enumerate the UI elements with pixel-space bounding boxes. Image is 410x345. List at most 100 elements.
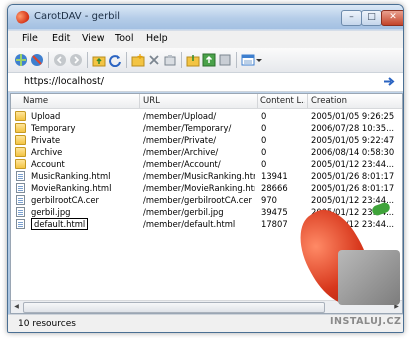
toolbar [8,48,403,73]
toolbar-separator [181,52,182,68]
new-folder-icon[interactable] [131,53,145,67]
creation-cell: 2005/01/26 8:01:17 [311,170,399,182]
table-row[interactable]: gerbilrootCA.cer/member/gerbilrootCA.cer… [11,194,402,206]
folder-icon [15,135,26,145]
menu-file[interactable]: File [18,33,42,44]
scroll-left-button[interactable]: ◀ [11,302,22,312]
minimize-button[interactable]: – [341,10,362,26]
name-cell: Account [31,158,137,170]
menu-view[interactable]: View [78,33,109,44]
delete-icon[interactable] [147,53,161,67]
view-icon[interactable] [241,53,255,67]
folder-icon [15,111,26,121]
name-cell-text: Account [31,159,65,169]
download-icon[interactable] [186,53,200,67]
properties-icon[interactable] [163,53,177,67]
url-cell-text: /member/Private/ [143,135,217,145]
refresh-icon[interactable] [108,53,122,67]
creation-cell-text: 2005/01/26 8:01:17 [311,171,395,181]
file-icon [16,183,25,193]
menu-help[interactable]: Help [142,33,172,44]
disconnect-icon[interactable] [30,53,44,67]
creation-cell: 2005/01/26 8:01:17 [311,182,399,194]
length-cell-text: 0 [261,159,267,169]
file-icon [16,219,25,229]
length-cell-text: 0 [261,111,267,121]
table-row[interactable]: Temporary/member/Temporary/0 2006/07/28 1… [11,122,402,134]
url-cell: /member/MusicRanking.html [143,170,255,182]
url-cell: /member/Archive/ [143,146,255,158]
chevron-down-icon[interactable] [255,53,263,67]
maximize-button[interactable]: □ [361,10,382,26]
table-row[interactable]: Account/member/Account/0 2005/01/12 23:44… [11,158,402,170]
table-row[interactable]: MusicRanking.html/member/MusicRanking.ht… [11,170,402,182]
name-cell-text: Private [31,135,61,145]
table-row[interactable]: Private/member/Private/0 2005/01/05 9:22:… [11,134,402,146]
name-cell-text[interactable]: default.html [31,218,89,230]
column-divider[interactable] [257,94,258,108]
creation-cell-text: 2005/01/05 9:22:47 [311,135,395,145]
menu-tool[interactable]: Tool [111,33,137,44]
carrot-icon [14,8,31,26]
menu-edit[interactable]: Edit [48,33,74,44]
length-cell: 17807 [261,218,305,230]
sync-icon[interactable] [218,53,232,67]
go-arrow-icon[interactable] [383,76,395,87]
column-divider[interactable] [307,94,308,108]
column-header-content-length[interactable]: Content L... [260,96,305,106]
column-header-creation[interactable]: Creation [311,96,399,106]
close-button[interactable]: ✕ [381,10,403,26]
length-cell: 0 [261,110,305,122]
name-cell-text: Upload [31,111,61,121]
creation-cell-text: 2005/01/12 23:44... [311,159,395,169]
file-icon [16,207,25,217]
name-cell: Archive [31,146,137,158]
toolbar-separator [48,52,49,68]
url-cell: /member/Temporary/ [143,122,255,134]
creation-cell: 2006/07/28 10:35... [311,122,399,134]
address-input[interactable]: https://localhost/ [24,76,104,87]
column-divider[interactable] [139,94,140,108]
url-cell: /member/default.html [143,218,255,230]
scroll-thumb[interactable] [23,302,325,313]
url-cell: /member/Private/ [143,134,255,146]
url-cell-text: /member/gerbil.jpg [143,207,224,217]
watermark-logo [338,250,400,305]
creation-cell-text: 2006/08/14 0:58:30 [311,147,395,157]
creation-cell-text: 2005/01/26 8:01:17 [311,183,395,193]
address-bar[interactable]: https://localhost/ [8,73,403,92]
menu-bar: File Edit View Tool Help [8,30,403,48]
name-cell-text: Archive [31,147,63,157]
url-cell-text: /member/gerbilrootCA.cer [143,195,252,205]
table-row[interactable]: Archive/member/Archive/0 2006/08/14 0:58:… [11,146,402,158]
status-text: 10 resources [18,319,76,329]
name-cell: MovieRanking.html [31,182,137,194]
table-row[interactable]: MovieRanking.html/member/MovieRanking.ht… [11,182,402,194]
window-title: CarotDAV - gerbil [34,11,121,22]
length-cell-text: 17807 [261,219,288,229]
creation-cell: 2006/08/14 0:58:30 [311,146,399,158]
length-cell-text: 0 [261,123,267,133]
up-folder-icon[interactable] [92,53,106,67]
url-cell-text: /member/default.html [143,219,236,229]
watermark-text: INSTALUJ.CZ [330,316,402,327]
url-cell-text: /member/Temporary/ [143,123,232,133]
column-header-name[interactable]: Name [23,96,133,106]
url-cell-text: /member/Archive/ [143,147,219,157]
connect-icon[interactable] [14,53,28,67]
url-cell-text: /member/MovieRanking.html [143,183,255,193]
url-cell-text: /member/Upload/ [143,111,217,121]
name-cell-text: MusicRanking.html [31,171,111,181]
name-cell-text: MovieRanking.html [31,183,112,193]
length-cell: 970 [261,194,305,206]
table-row[interactable]: Upload/member/Upload/0 2005/01/05 9:26:25 [11,110,402,122]
length-cell-text: 28666 [261,183,288,193]
upload-icon[interactable] [202,53,216,67]
back-icon[interactable] [53,53,67,67]
url-cell-text: /member/MusicRanking.html [143,171,255,181]
table-row[interactable]: gerbil.jpg/member/gerbil.jpg 39475 2005/01… [11,206,402,218]
title-bar[interactable]: CarotDAV - gerbil – □ ✕ [8,5,403,29]
name-cell: Upload [31,110,137,122]
column-header-url[interactable]: URL [143,96,253,106]
forward-icon[interactable] [69,53,83,67]
